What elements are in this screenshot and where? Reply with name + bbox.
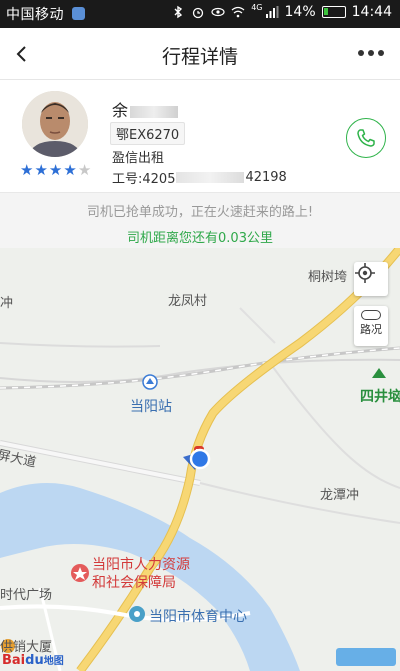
corner-watermark <box>336 648 396 666</box>
logo-bai: Bai <box>2 653 26 668</box>
user-location-dot <box>189 448 211 470</box>
map-label-hr-bureau: 当阳市人力资源 和社会保障局 <box>92 556 190 592</box>
driver-name: 余 <box>112 97 179 121</box>
map-label-chong: 冲 <box>0 296 14 311</box>
hr-bureau-line1: 当阳市人力资源 <box>92 557 190 573</box>
locate-me-button[interactable] <box>354 262 388 296</box>
map-label-stadium: 当阳市体育中心 <box>149 609 247 625</box>
wifi-icon <box>231 6 245 18</box>
hr-bureau-line2: 和社会保障局 <box>92 575 176 591</box>
nav-header: 行程详情 <box>0 28 400 80</box>
star-empty-icon: ★ <box>77 161 92 179</box>
driver-rating: ★ ★ ★ ★ ★ <box>20 163 91 178</box>
more-menu-button[interactable] <box>358 50 384 56</box>
more-dot-icon <box>378 50 384 56</box>
baidu-map-logo: Baidu地图 <box>2 652 64 668</box>
logo-map: 地图 <box>43 656 64 667</box>
map-view[interactable]: 桐树垮 冲 龙凤村 当阳站 四井垴 屏大道 龙潭冲 当阳市人力资源 和社会保障局… <box>0 248 400 671</box>
driver-avatar[interactable] <box>22 91 88 157</box>
work-number-suffix: 42198 <box>245 170 287 185</box>
map-label-longtanchong: 龙潭冲 <box>320 488 360 503</box>
work-number-redaction <box>176 172 245 183</box>
clock: 14:44 <box>351 4 392 20</box>
trip-status-panel: 司机已抢单成功，正在火速赶来的路上! 司机距离您还有0.03公里 <box>0 192 400 248</box>
map-label-longfengcun: 龙凤村 <box>168 294 208 309</box>
signal-icon <box>265 6 279 18</box>
phone-icon <box>357 129 375 147</box>
map-label-tongshuwan: 桐树垮 <box>308 270 348 285</box>
driver-card: ★ ★ ★ ★ ★ 余 鄂EX6270 盈信出租 工号:4205 42198 <box>0 81 400 192</box>
driver-photo <box>22 91 88 157</box>
status-icons: 4G 14% 14:44 <box>171 4 392 20</box>
network-type: 4G <box>251 3 263 12</box>
battery-percent: 14% <box>284 4 316 20</box>
star-filled-icon: ★ <box>63 161 77 179</box>
map-label-sijingao: 四井垴 <box>360 389 400 405</box>
work-number-prefix: 工号:4205 <box>112 172 176 187</box>
driver-distance: 司机距离您还有0.03公里 <box>127 231 273 246</box>
driver-name-text: 余 <box>112 101 129 120</box>
taxi-company: 盈信出租 <box>112 151 165 166</box>
name-redaction <box>130 105 179 118</box>
traffic-icon <box>361 310 381 320</box>
location-service-icon <box>72 7 85 20</box>
alarm-icon <box>193 7 204 19</box>
more-dot-icon <box>358 50 364 56</box>
map-label-dangyang-station: 当阳站 <box>130 399 172 415</box>
map-label-shidai: 时代广场 <box>0 588 53 603</box>
license-plate: 鄂EX6270 <box>110 122 186 145</box>
crosshair-icon <box>355 263 375 283</box>
logo-du: du <box>25 653 44 668</box>
carrier-name: 中国移动 <box>6 7 64 23</box>
bluetooth-icon <box>174 5 183 19</box>
star-filled-icon: ★ <box>48 161 63 179</box>
status-bar: 中国移动 4G 14% 14:44 <box>0 0 400 28</box>
driver-work-number: 工号:4205 42198 <box>112 168 287 187</box>
star-filled-icon: ★ <box>34 161 48 179</box>
trip-status-message: 司机已抢单成功，正在火速赶来的路上! <box>86 205 314 220</box>
star-filled-icon: ★ <box>20 161 34 179</box>
traffic-label: 路况 <box>360 323 382 336</box>
traffic-toggle-button[interactable]: 路况 <box>354 306 388 346</box>
call-driver-button[interactable] <box>346 118 386 158</box>
page-title: 行程详情 <box>161 46 238 68</box>
eye-icon <box>211 7 225 17</box>
more-dot-icon <box>368 50 374 56</box>
battery-icon <box>321 6 346 18</box>
